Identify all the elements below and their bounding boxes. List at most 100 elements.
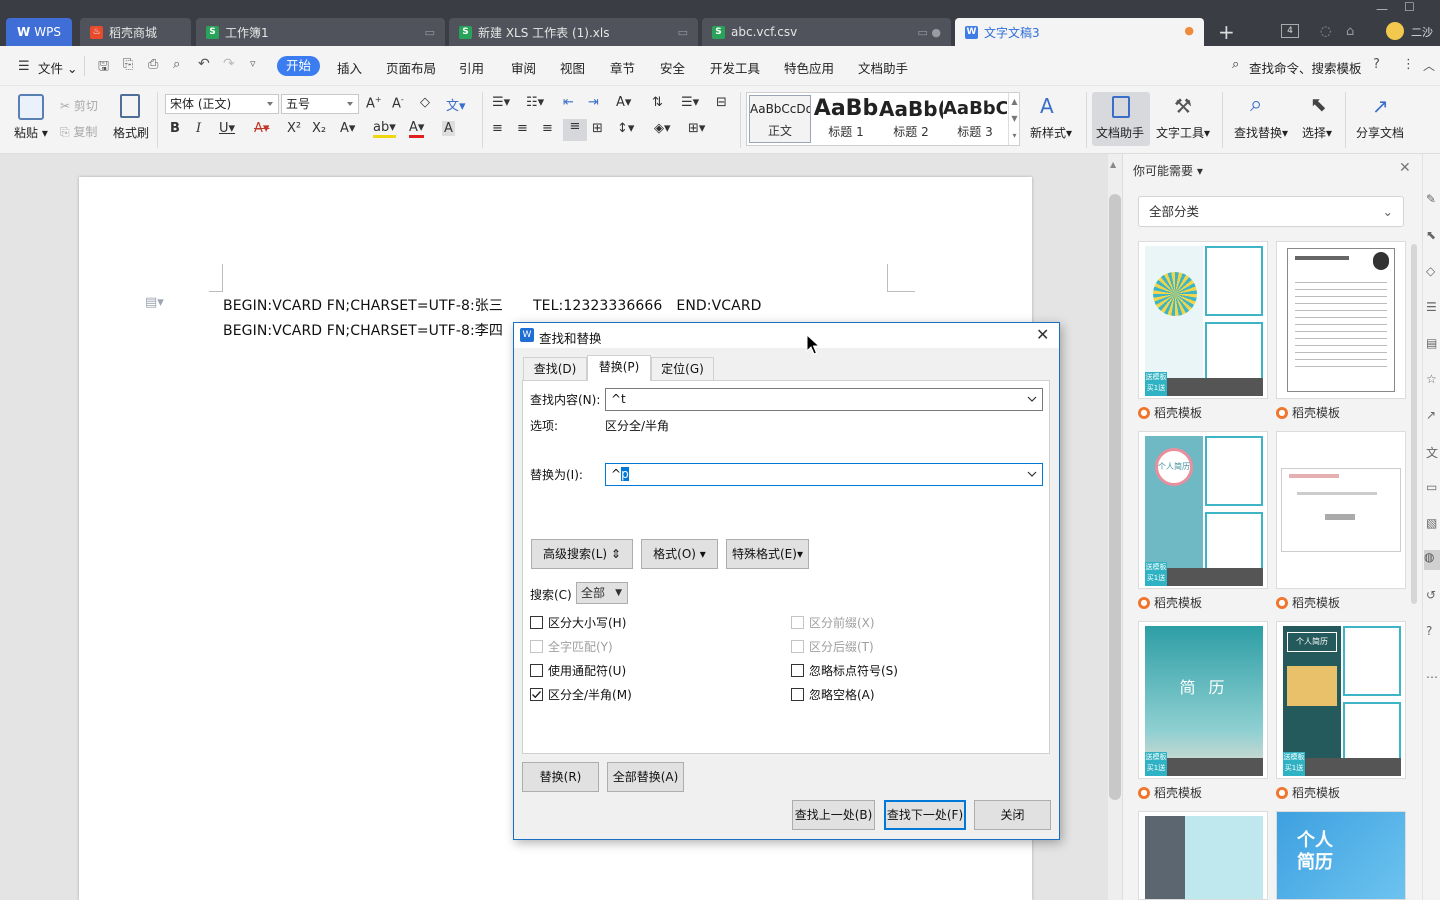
text-tools-icon[interactable]: ⚒ [1174,94,1192,118]
scroll-thumb[interactable] [1109,194,1121,800]
panel-scrollbar[interactable] [1411,244,1417,604]
find-replace-icon[interactable]: ⌕ [1250,92,1262,117]
menu-reference[interactable]: 引用 [459,58,484,77]
char-shading-icon[interactable]: A [442,121,455,136]
bold-icon[interactable]: B [170,121,180,136]
select-cursor-icon[interactable]: ⬉ [1310,92,1327,116]
tab-xls-sheet[interactable]: S 新建 XLS 工作表 (1).xls ▭ [449,18,698,46]
doc-assistant-button[interactable]: 文档助手 [1092,92,1150,146]
category-select[interactable]: 全部分类 ⌄ [1138,196,1404,227]
paste-button[interactable]: 粘贴 ▾ [14,124,48,141]
font-family-select[interactable]: 宋体 (正文) [165,94,279,114]
chevron-down-icon[interactable] [1026,393,1038,405]
doc-line-1[interactable]: BEGIN:VCARD FN;CHARSET=UTF-8:张三 TEL:12323… [223,295,762,315]
command-search[interactable]: 查找命令、搜索模板 [1249,58,1362,77]
cloud-icon[interactable]: ◌ [1320,24,1331,39]
suffix-checkbox[interactable] [791,640,804,653]
template-thumb-7[interactable] [1138,811,1268,900]
tab-workbook1[interactable]: S 工作簿1 ▭ [196,18,445,46]
strikethrough-icon[interactable]: A▾ [254,121,269,136]
text-effect-icon[interactable]: A▾ [340,121,355,136]
doc-line-2[interactable]: BEGIN:VCARD FN;CHARSET=UTF-8:李四 [223,320,503,340]
hamburger-icon[interactable]: ☰ [18,59,30,74]
shapes-icon[interactable]: ◇ [1426,264,1435,278]
menu-chapter[interactable]: 章节 [610,58,635,77]
tab-find[interactable]: 查找(D) [523,357,587,380]
replace-button[interactable]: 替换(R) [522,762,599,792]
case-checkbox[interactable] [530,616,543,629]
close-button[interactable]: 关闭 [974,800,1051,830]
template-thumb-3[interactable]: 个人简历 送模板 买1送3 [1138,431,1268,589]
image-icon[interactable]: ▧ [1426,516,1437,530]
tab-csv[interactable]: S abc.vcf.csv ▭ ● [702,18,951,46]
grow-font-icon[interactable]: A+ [366,95,382,111]
new-style-icon[interactable]: A [1040,94,1054,118]
document-icon[interactable]: ▤ [1426,336,1437,350]
dialog-titlebar[interactable]: W 查找和替换 ✕ [514,323,1059,348]
scroll-up-icon[interactable]: ▲ [1110,160,1116,169]
wps-home-button[interactable]: W WPS [6,18,72,46]
width-checkbox[interactable] [530,688,543,701]
translate-icon[interactable]: 文 [1426,444,1438,461]
line-spacing-icon[interactable]: ↕▾ [617,121,634,136]
tab-replace[interactable]: 替换(P) [587,355,651,381]
menu-file[interactable]: 文件 ⌄ [38,58,77,77]
collapse-ribbon-icon[interactable]: ︿ [1423,57,1435,74]
minimize-icon[interactable]: — [1376,2,1388,16]
new-tab-plus-icon[interactable]: + [1218,20,1235,44]
tab-writer-doc3[interactable]: W 文字文稿3 ● [955,18,1204,46]
more-icon[interactable]: ⋯ [1426,670,1438,684]
replace-all-button[interactable]: 全部替换(A) [607,762,684,792]
history-icon[interactable]: ↺ [1426,588,1436,602]
decrease-indent-icon[interactable]: ⇤ [563,95,574,110]
text-tools-button[interactable]: 文字工具▾ [1156,124,1210,141]
find-previous-button[interactable]: 查找上一处(B) [792,800,875,830]
style-heading3[interactable]: AaBbC 标题 3 [943,95,1007,143]
superscript-icon[interactable]: X² [287,121,301,136]
bullet-list-icon[interactable]: ☰▾ [492,95,510,110]
help-icon[interactable]: ? [1426,624,1432,638]
whole-word-checkbox[interactable] [530,640,543,653]
clear-format-icon[interactable]: ◇ [420,95,430,110]
advanced-search-button[interactable]: 高级搜索(L) ⇕ [531,539,633,569]
tab-docer-store[interactable]: ♨ 稻壳商城 [80,18,191,46]
line-tools-icon[interactable]: ☰▾ [681,95,699,110]
find-input[interactable]: ^t [605,388,1043,411]
save-icon[interactable]: 🖫 [98,57,109,79]
replace-input[interactable]: ^p [605,463,1043,486]
menu-insert[interactable]: 插入 [337,58,362,77]
export-icon[interactable]: ⎘ [123,57,133,72]
distribute-icon[interactable]: ⊞ [592,121,603,136]
style-heading2[interactable]: AaBb( 标题 2 [879,95,943,143]
special-format-button[interactable]: 特殊格式(E)▾ [726,539,809,569]
menu-doc-assistant[interactable]: 文档助手 [858,58,908,77]
quick-access-dropdown-icon[interactable]: ▿ [250,57,256,70]
new-style-button[interactable]: 新样式▾ [1030,124,1072,141]
star-icon[interactable]: ☆ [1426,372,1437,386]
menu-page-layout[interactable]: 页面布局 [386,58,436,77]
tab-goto[interactable]: 定位(G) [651,357,714,380]
justify-icon[interactable]: ≡ [563,119,587,141]
align-left-icon[interactable]: ≡ [492,121,503,136]
document-scrollbar[interactable]: ▲ [1108,154,1122,900]
ignore-punct-checkbox[interactable] [791,664,804,677]
shrink-font-icon[interactable]: A- [392,95,404,111]
template-thumb-6[interactable]: 个人简历 送模板 买1送3 [1276,621,1406,779]
template-thumb-8[interactable]: 个人简历 [1276,811,1406,900]
template-tool-icon[interactable]: ◍ [1424,550,1440,570]
align-center-icon[interactable]: ≡ [517,121,528,136]
highlight-icon[interactable]: ab▾ [373,121,396,138]
template-thumb-4[interactable] [1276,431,1406,589]
find-next-button[interactable]: 查找下一处(F) [884,800,966,830]
close-icon[interactable]: ✕ [1036,325,1049,344]
borders-icon[interactable]: ⊞▾ [688,121,705,136]
text-direction-icon[interactable]: A▾ [616,95,631,110]
menu-review[interactable]: 审阅 [511,58,536,77]
maximize-icon[interactable]: ☐ [1404,0,1415,14]
style-scroll-arrows[interactable]: ▲ ▼ ▾ [1008,93,1020,145]
font-size-select[interactable]: 五号 [281,94,359,114]
select-button[interactable]: 选择▾ [1302,124,1332,141]
menu-special-apps[interactable]: 特色应用 [784,58,834,77]
cut-button[interactable]: ✂ 剪切 [60,97,98,114]
undo-icon[interactable]: ↶ [198,56,210,72]
